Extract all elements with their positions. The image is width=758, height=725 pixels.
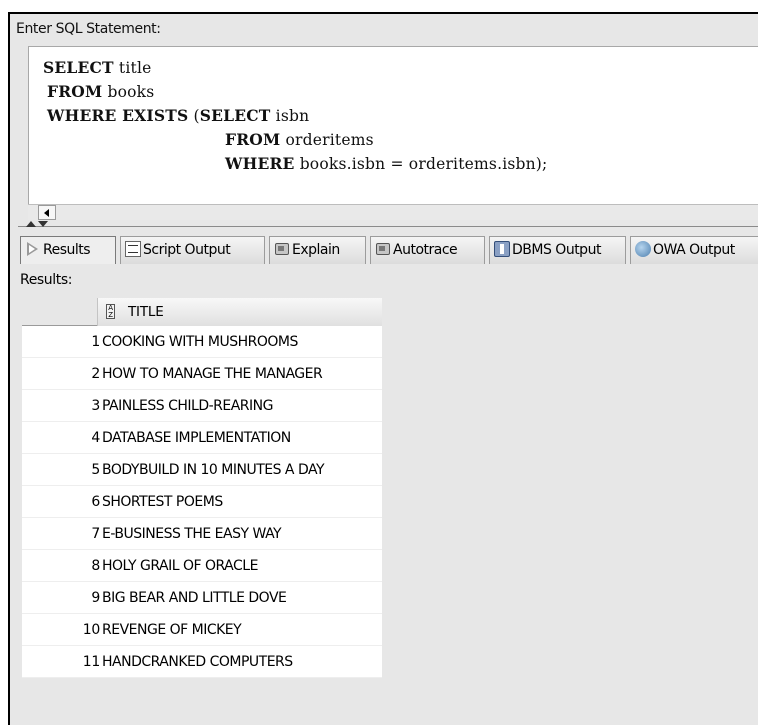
row-title-cell[interactable]: HANDCRANKED COMPUTERS <box>102 646 293 678</box>
row-number: 5 <box>91 462 100 478</box>
table-row[interactable]: 10 REVENGE OF MICKEY <box>22 614 382 646</box>
row-number: 8 <box>91 558 100 574</box>
dbms-output-icon <box>494 241 510 257</box>
code-line-4: FROM orderitems <box>225 130 374 149</box>
column-header-title[interactable]: AZ TITLE <box>97 298 382 326</box>
sql-statement-label: Enter SQL Statement: <box>16 21 161 37</box>
pane-splitter[interactable] <box>18 226 758 227</box>
splitter-arrows[interactable] <box>24 220 50 230</box>
row-title-cell[interactable]: PAINLESS CHILD-REARING <box>102 390 274 422</box>
row-number: 4 <box>91 430 100 446</box>
grid-header: AZ TITLE <box>22 298 382 326</box>
row-number: 11 <box>82 654 101 670</box>
results-label: Results: <box>20 272 73 288</box>
row-title-cell[interactable]: E-BUSINESS THE EASY WAY <box>102 518 282 550</box>
tab-dbms-output[interactable]: DBMS Output <box>489 236 626 264</box>
scroll-left-icon[interactable] <box>38 205 56 220</box>
row-number: 9 <box>91 590 100 606</box>
table-row[interactable]: 5 BODYBUILD IN 10 MINUTES A DAY <box>22 454 382 486</box>
tab-results[interactable]: Results <box>20 236 116 264</box>
tab-owa-output[interactable]: OWA Output <box>630 236 758 264</box>
table-row[interactable]: 3 PAINLESS CHILD-REARING <box>22 390 382 422</box>
table-row[interactable]: 7 E-BUSINESS THE EASY WAY <box>22 518 382 550</box>
explain-icon <box>274 241 290 257</box>
table-row[interactable]: 4 DATABASE IMPLEMENTATION <box>22 422 382 454</box>
play-icon <box>25 241 41 257</box>
code-line-5: WHERE books.isbn = orderitems.isbn); <box>225 154 548 173</box>
code-line-3: WHERE EXISTS (SELECT isbn <box>47 106 310 125</box>
script-icon <box>125 241 141 257</box>
code-line-2: FROM books <box>47 82 155 101</box>
output-tabs: Results Script Output Explain Autotrace … <box>20 236 758 266</box>
table-row[interactable]: 1 COOKING WITH MUSHROOMS <box>22 326 382 358</box>
row-title-cell[interactable]: BIG BEAR AND LITTLE DOVE <box>102 582 287 614</box>
owa-output-icon <box>635 241 651 257</box>
row-title-cell[interactable]: HOLY GRAIL OF ORACLE <box>102 550 258 582</box>
row-number: 1 <box>91 334 100 350</box>
row-title-cell[interactable]: BODYBUILD IN 10 MINUTES A DAY <box>102 454 325 486</box>
editor-horizontal-scrollbar[interactable] <box>28 204 758 220</box>
row-title-cell[interactable]: DATABASE IMPLEMENTATION <box>102 422 291 454</box>
sort-icon[interactable]: AZ <box>106 304 115 319</box>
table-row[interactable]: 11 HANDCRANKED COMPUTERS <box>22 646 382 678</box>
table-row[interactable]: 8 HOLY GRAIL OF ORACLE <box>22 550 382 582</box>
row-title-cell[interactable]: SHORTEST POEMS <box>102 486 223 518</box>
row-number: 10 <box>82 622 101 638</box>
tab-script-output[interactable]: Script Output <box>120 236 265 264</box>
row-number: 6 <box>91 494 100 510</box>
row-number: 3 <box>91 398 100 414</box>
row-title-cell[interactable]: HOW TO MANAGE THE MANAGER <box>102 358 323 390</box>
row-number: 7 <box>91 526 100 542</box>
row-title-cell[interactable]: REVENGE OF MICKEY <box>102 614 242 646</box>
sql-editor[interactable]: SELECT title FROM books WHERE EXISTS (SE… <box>28 46 758 204</box>
row-title-cell[interactable]: COOKING WITH MUSHROOMS <box>102 326 298 358</box>
table-row[interactable]: 9 BIG BEAR AND LITTLE DOVE <box>22 582 382 614</box>
table-row[interactable]: 2 HOW TO MANAGE THE MANAGER <box>22 358 382 390</box>
expand-up-icon[interactable] <box>26 221 36 227</box>
table-row[interactable]: 6 SHORTEST POEMS <box>22 486 382 518</box>
tab-explain[interactable]: Explain <box>269 236 366 264</box>
tab-autotrace[interactable]: Autotrace <box>370 236 485 264</box>
sql-worksheet: Enter SQL Statement: SELECT title FROM b… <box>8 12 758 725</box>
expand-down-icon[interactable] <box>38 221 48 227</box>
autotrace-icon <box>375 241 391 257</box>
code-line-1: SELECT title <box>43 58 152 77</box>
row-number: 2 <box>91 366 100 382</box>
